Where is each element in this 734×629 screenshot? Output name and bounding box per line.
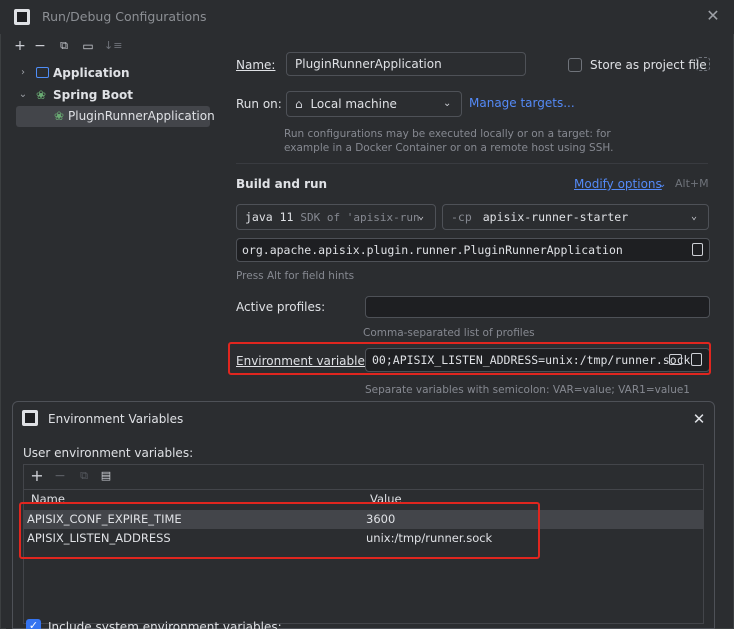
home-icon: ⌂ [295,97,303,111]
close-icon[interactable]: ✕ [704,7,722,25]
intellij-logo-icon [14,9,30,25]
user-env-label: User environment variables: [23,446,194,460]
copy-icon[interactable]: ⧉ [56,38,72,54]
window-title: Run/Debug Configurations [42,9,207,24]
browse-icon[interactable] [692,243,703,256]
field-hint: Press Alt for field hints [236,270,355,282]
modify-shortcut: Alt+M [675,177,709,190]
copy-icon[interactable]: ⧉ [76,468,92,484]
jdk-detail: SDK of 'apisix-run [300,211,420,224]
add-icon[interactable]: + [29,468,45,484]
jdk-combo[interactable]: java 11 SDK of 'apisix-run ⌄ [236,204,436,230]
remove-icon[interactable]: − [32,38,48,54]
profiles-hint: Comma-separated list of profiles [363,327,535,339]
spring-boot-icon: ❀ [54,109,65,123]
active-profiles-label: Active profiles: [236,300,326,314]
modify-options-link[interactable]: Modify options [574,177,662,191]
classpath-combo[interactable]: -cp apisix-runner-starter ⌄ [442,204,709,230]
tree-item-label: Application [53,66,130,80]
tree-toolbar: + − ⧉ ▭ ↓≡ [6,38,216,56]
chevron-down-icon: ⌄ [658,179,667,190]
tree-item-plugin-runner[interactable]: ❀ PluginRunnerApplication [16,106,215,127]
build-run-heading: Build and run [236,177,328,191]
active-profiles-field[interactable] [365,296,710,318]
include-system-checkbox[interactable]: ✓ [26,619,41,629]
spring-boot-icon: ❀ [36,88,47,102]
chevron-right-icon[interactable]: › [18,63,28,83]
sort-icon[interactable]: ↓≡ [104,38,122,54]
tree-item-label: PluginRunnerApplication [68,109,215,123]
divider [24,489,703,490]
close-icon[interactable]: ✕ [690,410,708,428]
chevron-down-icon: ⌄ [418,211,425,222]
jdk-name: java 11 [245,210,294,224]
cp-value: apisix-runner-starter [482,210,629,224]
env-hint: Separate variables with semicolon: VAR=v… [365,384,690,396]
cp-flag: -cp [451,210,472,224]
main-class-field[interactable]: org.apache.apisix.plugin.runner.PluginRu… [236,238,710,262]
run-on-hint-line2: example in a Docker Container or on a re… [284,142,614,154]
highlight-env-field [228,342,711,375]
chevron-down-icon[interactable]: ⌄ [18,85,28,105]
paste-icon[interactable]: ▤ [98,468,114,484]
add-icon[interactable]: + [12,38,28,54]
divider [236,163,708,164]
env-dialog-title: Environment Variables [48,412,184,426]
env-table-toolbar: + − ⧉ ▤ [24,465,703,489]
chevron-down-icon: ⌄ [443,98,452,109]
tree-item-spring-boot[interactable]: ⌄ ❀ Spring Boot [16,85,230,105]
run-on-hint-line1: Run configurations may be executed local… [284,128,611,140]
name-label: Name: [236,58,276,72]
store-label: Store as project file [590,58,707,72]
new-folder-icon[interactable]: ▭ [80,38,96,54]
remove-icon[interactable]: − [52,468,68,484]
run-on-value: Local machine [310,97,397,111]
run-on-label: Run on: [236,97,282,111]
application-icon [36,67,49,78]
include-system-label: Include system environment variables: [48,620,282,629]
settings-gear-icon[interactable] [696,57,710,71]
store-as-project-checkbox[interactable] [568,58,582,72]
main-class-value: org.apache.apisix.plugin.runner.PluginRu… [242,243,623,257]
chevron-down-icon: ⌄ [691,211,698,222]
intellij-logo-icon [22,410,38,426]
name-field[interactable]: PluginRunnerApplication [286,52,526,76]
tree-item-application[interactable]: › Application [16,63,230,83]
manage-targets-link[interactable]: Manage targets... [469,96,575,110]
run-on-combo[interactable]: ⌂ Local machine ⌄ [286,91,462,117]
tree-item-label: Spring Boot [53,88,133,102]
highlight-env-rows [19,502,540,559]
